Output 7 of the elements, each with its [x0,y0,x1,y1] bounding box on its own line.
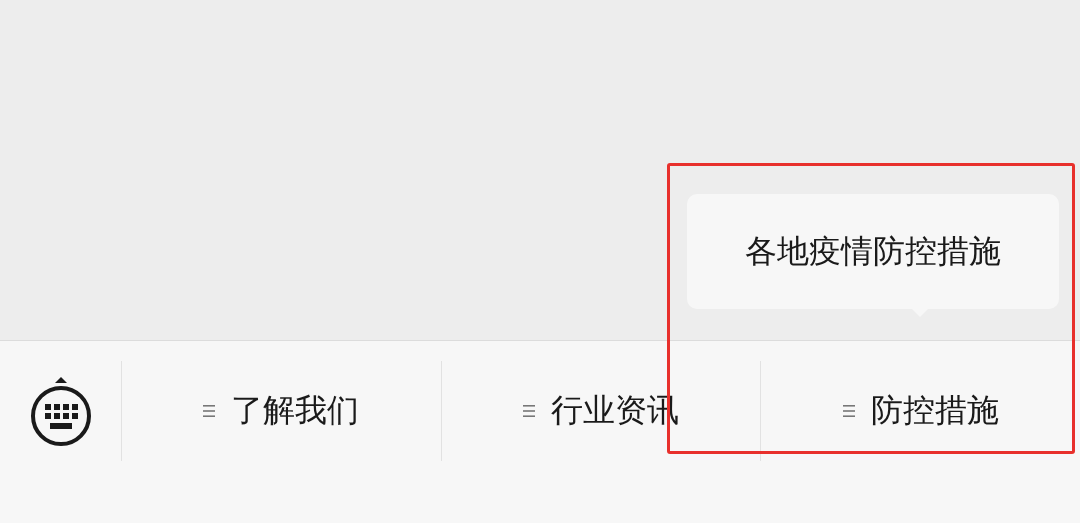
menu-item[interactable]: 了解我们 [203,389,360,433]
menu-item[interactable]: 防控措施 [842,389,999,433]
menu-icon [523,404,535,418]
menu-icon [203,404,216,418]
menu-icon [842,404,855,418]
submenu-item[interactable]: 各地疫情防控措施 [745,229,1002,274]
keyboard-icon[interactable] [29,374,92,448]
